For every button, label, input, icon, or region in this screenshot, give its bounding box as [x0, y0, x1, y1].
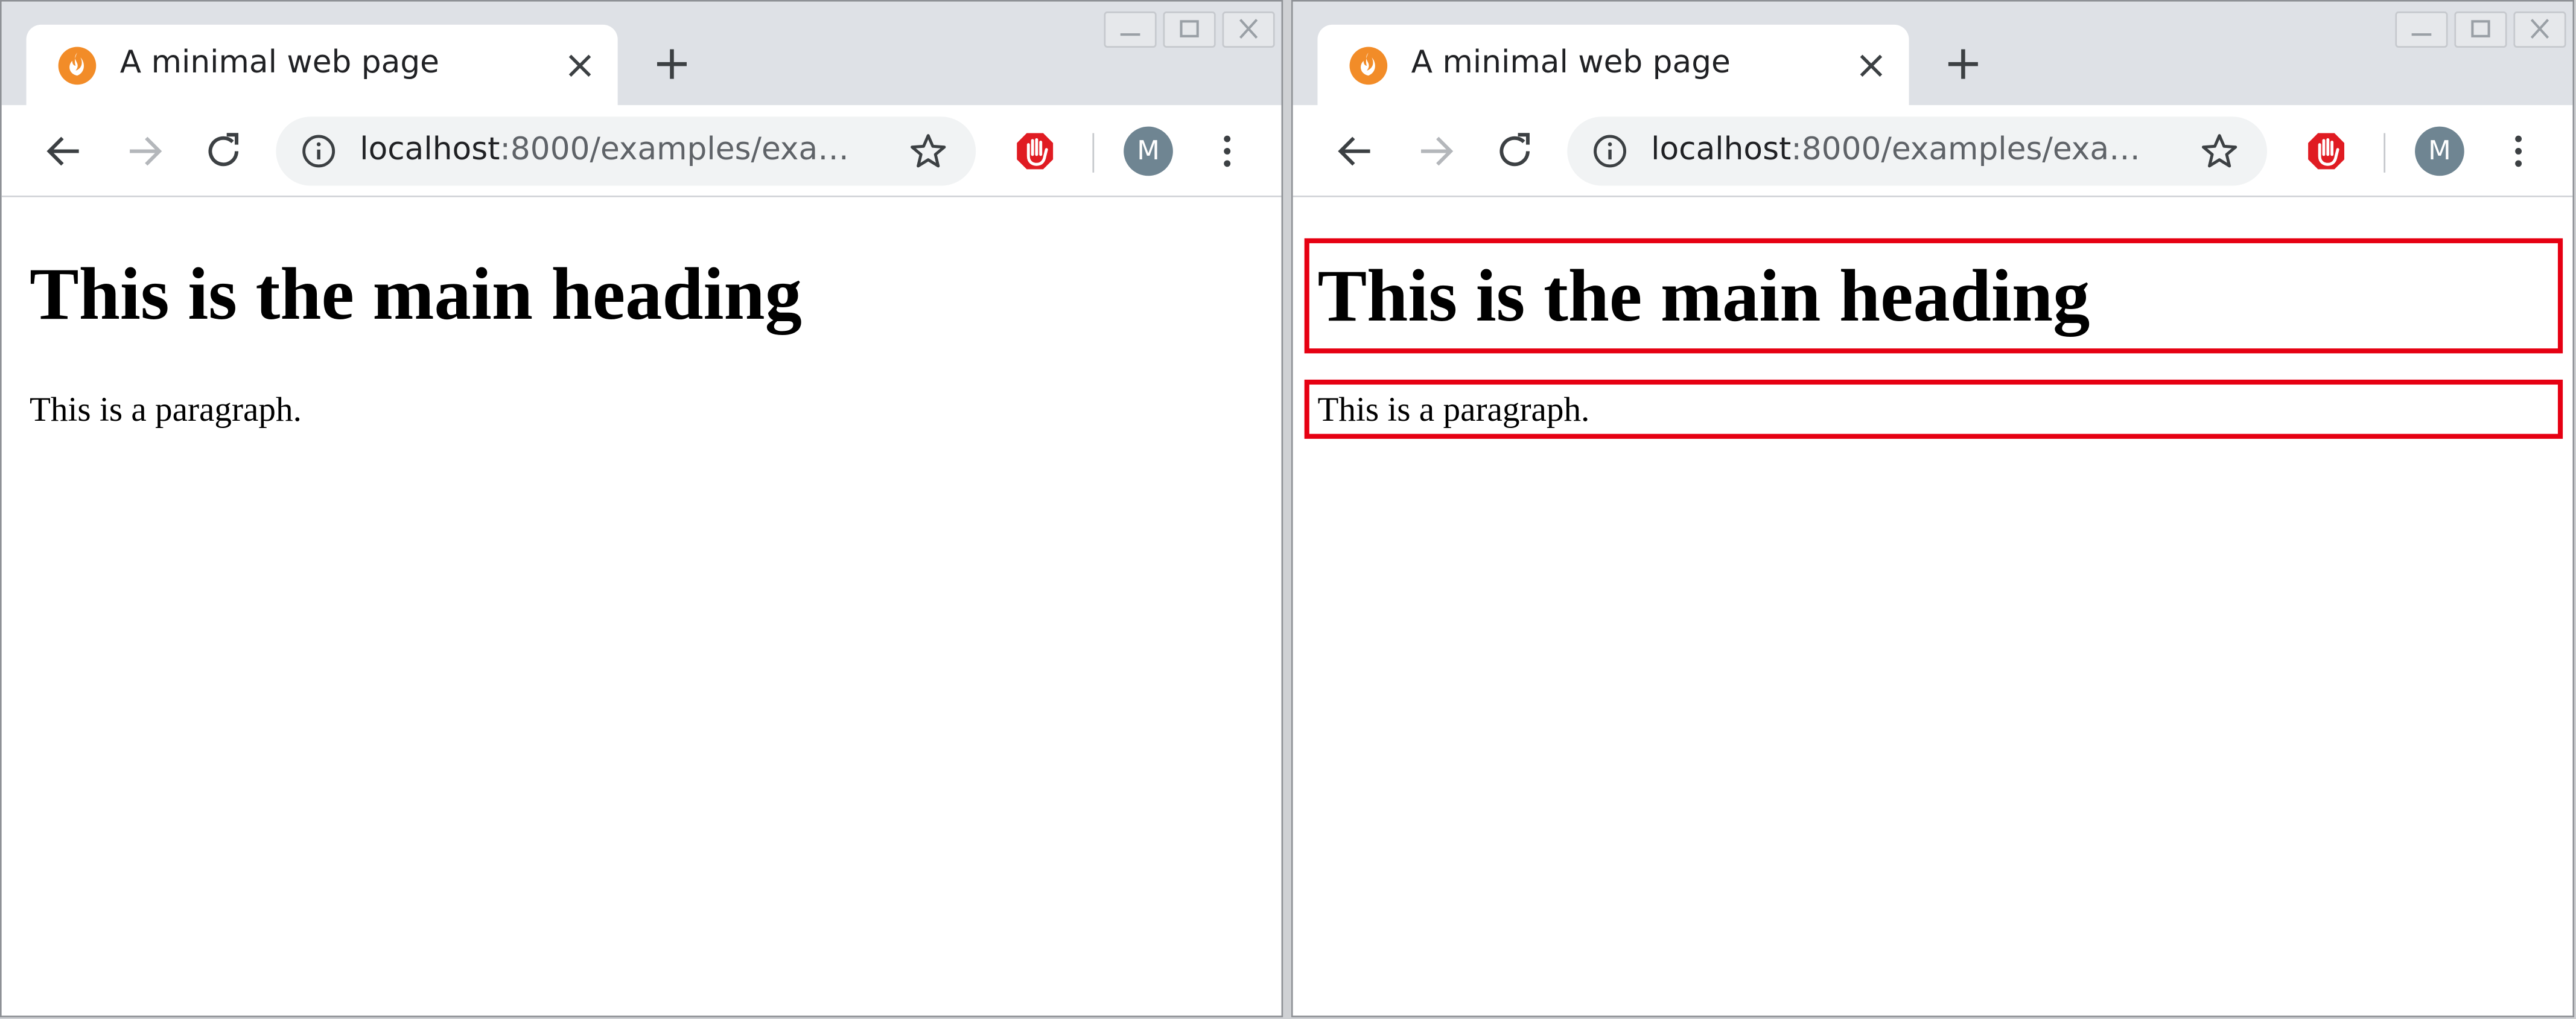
screenshot-stage: A minimal web page localhost:8000/exampl… — [0, 0, 2576, 1019]
page-main-heading-outlined: This is the main heading — [1304, 238, 2563, 354]
page-paragraph: This is a paragraph. — [30, 389, 302, 429]
forward-arrow-icon[interactable] — [1413, 128, 1458, 174]
bookmark-star-icon[interactable] — [909, 132, 948, 171]
url-path: :8000/examples/exa… — [500, 131, 849, 168]
bookmark-star-icon[interactable] — [2199, 132, 2239, 171]
more-menu-icon[interactable] — [2495, 128, 2541, 174]
maximize-icon — [1180, 20, 1199, 37]
minimize-icon — [1120, 33, 1140, 36]
close-tab-icon[interactable] — [1855, 50, 1887, 82]
close-window-icon — [2530, 19, 2549, 39]
tab-title: A minimal web page — [119, 44, 440, 81]
browser-window-plain: A minimal web page localhost:8000/exampl… — [0, 0, 1283, 1018]
more-menu-icon[interactable] — [1204, 128, 1250, 174]
close-tab-icon[interactable] — [564, 50, 596, 82]
address-bar[interactable]: localhost:8000/examples/exa… — [276, 117, 976, 186]
back-arrow-icon[interactable] — [41, 128, 87, 174]
window-controls — [1104, 11, 1275, 51]
flame-logo-icon — [1349, 46, 1388, 85]
tab-title: A minimal web page — [1411, 44, 1731, 81]
browser-toolbar: localhost:8000/examples/exa… M — [1293, 105, 2573, 197]
flame-logo-icon — [58, 46, 97, 85]
tab-strip: A minimal web page — [1, 1, 1282, 107]
address-bar[interactable]: localhost:8000/examples/exa… — [1567, 117, 2268, 186]
minimize-button[interactable] — [1104, 11, 1157, 48]
maximize-icon — [2471, 20, 2490, 37]
url-path: :8000/examples/exa… — [1791, 131, 2140, 168]
tab-strip: A minimal web page — [1293, 1, 2573, 107]
page-paragraph-outlined: This is a paragraph. — [1304, 379, 2563, 439]
new-tab-icon[interactable] — [1942, 43, 1985, 86]
url-text: localhost:8000/examples/exa… — [1651, 132, 2140, 168]
close-window-button[interactable] — [1222, 11, 1275, 48]
profile-avatar[interactable]: M — [2415, 126, 2464, 176]
profile-avatar[interactable]: M — [1124, 126, 1173, 176]
minimize-button[interactable] — [2395, 11, 2448, 48]
maximize-button[interactable] — [2454, 11, 2507, 48]
close-window-icon — [1239, 19, 1258, 39]
reload-icon[interactable] — [200, 128, 246, 174]
browser-window-outlined: A minimal web page localhost:8000/exampl… — [1291, 0, 2575, 1018]
window-controls — [2395, 11, 2566, 51]
close-window-button[interactable] — [2513, 11, 2566, 48]
adblock-hand-icon[interactable] — [2303, 128, 2349, 174]
toolbar-divider — [1092, 133, 1095, 173]
url-text: localhost:8000/examples/exa… — [360, 132, 849, 168]
site-info-icon[interactable] — [1592, 133, 1628, 170]
url-host: localhost — [1651, 131, 1792, 168]
toolbar-divider — [2384, 133, 2386, 173]
minimize-icon — [2411, 33, 2432, 36]
site-info-icon[interactable] — [301, 133, 337, 170]
browser-toolbar: localhost:8000/examples/exa… M — [1, 105, 1282, 197]
browser-tab[interactable]: A minimal web page — [1317, 24, 1909, 107]
back-arrow-icon[interactable] — [1332, 128, 1378, 174]
adblock-hand-icon[interactable] — [1012, 128, 1058, 174]
page-main-heading: This is the main heading — [30, 253, 802, 336]
forward-arrow-icon[interactable] — [121, 128, 167, 174]
page-viewport: This is the main heading This is a parag… — [1293, 197, 2573, 1016]
url-host: localhost — [360, 131, 500, 168]
page-viewport: This is the main heading This is a parag… — [1, 197, 1282, 1016]
new-tab-icon[interactable] — [650, 43, 693, 86]
maximize-button[interactable] — [1163, 11, 1216, 48]
reload-icon[interactable] — [1492, 128, 1538, 174]
browser-tab[interactable]: A minimal web page — [26, 24, 618, 107]
